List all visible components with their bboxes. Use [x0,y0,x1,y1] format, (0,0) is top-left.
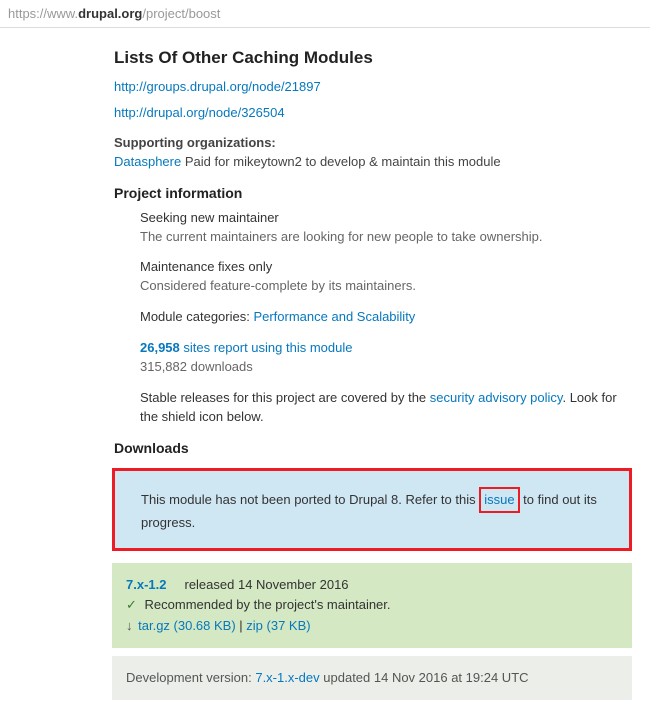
fixes-desc: Considered feature-complete by its maint… [140,277,632,296]
category-link[interactable]: Performance and Scalability [253,309,415,324]
stable-release-box: 7.x-1.2 released 14 November 2016 ✓ Recom… [112,563,632,647]
heading-downloads: Downloads [114,440,632,456]
dev-release-box: Development version: 7.x-1.x-dev updated… [112,656,632,700]
supporting-org-note: Paid for mikeytown2 to develop & maintai… [181,154,500,169]
address-bar[interactable]: https://www.drupal.org/project/boost [0,0,650,28]
maintainer-desc: The current maintainers are looking for … [140,228,632,247]
maintainer-title: Seeking new maintainer [140,209,632,228]
supporting-org-label: Supporting organizations: [114,134,632,152]
drupal8-notice: This module has not been ported to Drupa… [112,468,632,551]
release-version-link[interactable]: 7.x-1.2 [126,577,166,592]
url-path: /project/boost [142,6,220,21]
release-date: released 14 November 2016 [184,577,348,592]
security-link[interactable]: security advisory policy [430,390,563,405]
downloads-count: 315,882 downloads [140,358,632,377]
recommended-text: Recommended by the project's maintainer. [141,597,391,612]
tar-download-link[interactable]: tar.gz (30.68 KB) [138,618,236,633]
usage-text[interactable]: sites report using this module [180,340,353,355]
zip-download-link[interactable]: zip (37 KB) [246,618,310,633]
dev-post: updated 14 Nov 2016 at 19:24 UTC [320,670,529,685]
issue-link[interactable]: issue [484,492,514,507]
dev-version-link[interactable]: 7.x-1.x-dev [255,670,319,685]
usage-count[interactable]: 26,958 [140,340,180,355]
url-domain: drupal.org [78,6,142,21]
url-prefix: https://www. [8,6,78,21]
page-content: Lists Of Other Caching Modules http://gr… [0,28,650,724]
categories-label: Module categories: [140,309,253,324]
heading-project-info: Project information [114,185,632,201]
heading-other-modules: Lists Of Other Caching Modules [114,48,632,68]
supporting-org-link[interactable]: Datasphere [114,154,181,169]
check-icon: ✓ [126,597,137,612]
notice-pre: This module has not been ported to Drupa… [141,492,479,507]
other-module-link-1[interactable]: http://groups.drupal.org/node/21897 [114,79,321,94]
security-pre: Stable releases for this project are cov… [140,390,430,405]
dev-pre: Development version: [126,670,255,685]
other-module-link-2[interactable]: http://drupal.org/node/326504 [114,105,285,120]
fixes-title: Maintenance fixes only [140,258,632,277]
download-sep: | [236,618,247,633]
download-icon: ↓ [126,618,133,633]
project-info-section: Seeking new maintainer The current maint… [140,209,632,427]
